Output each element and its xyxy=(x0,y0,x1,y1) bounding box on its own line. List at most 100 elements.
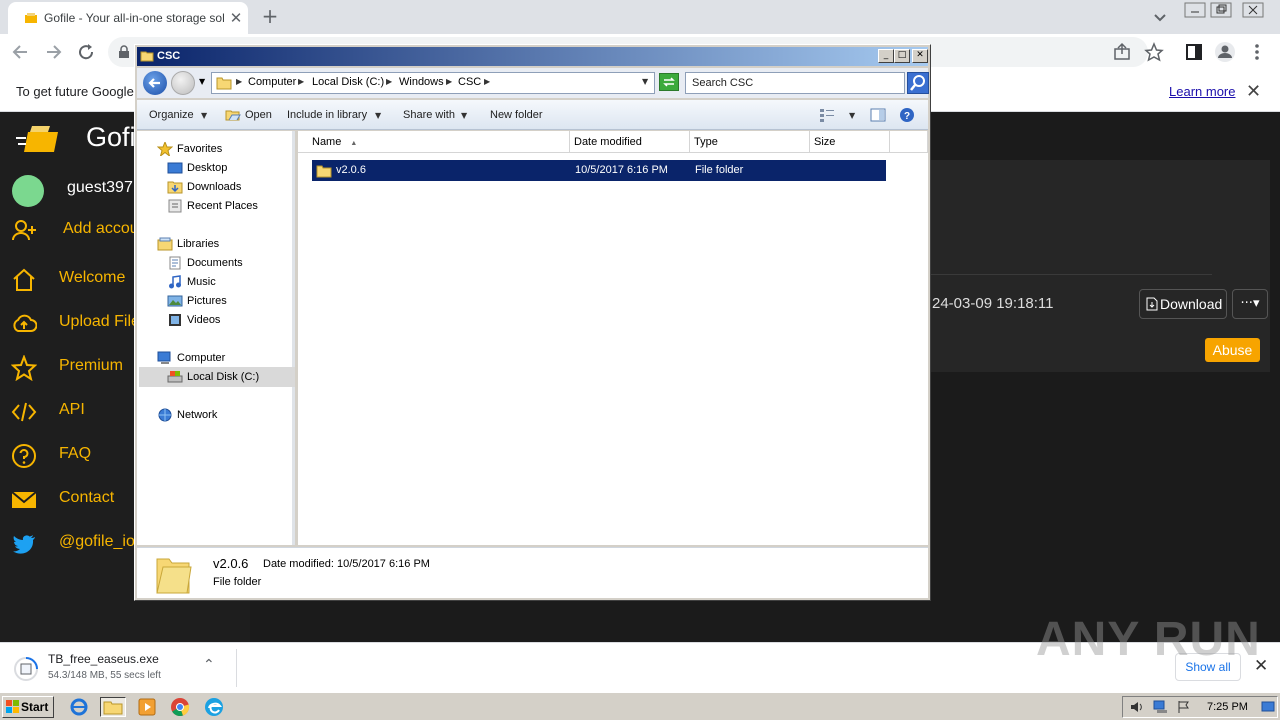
profile-avatar-icon[interactable] xyxy=(1214,41,1236,63)
side-panel-icon[interactable] xyxy=(1183,41,1205,63)
address-dropdown-icon[interactable]: ▼ xyxy=(642,77,648,86)
breadcrumb-item[interactable]: CSC xyxy=(458,76,481,88)
share-icon[interactable] xyxy=(1111,41,1133,63)
column-header-type[interactable]: Type xyxy=(690,131,810,153)
breadcrumb-item[interactable]: Local Disk (C:) xyxy=(312,76,384,88)
ie-icon[interactable] xyxy=(68,697,90,717)
tree-label: Computer xyxy=(177,352,226,364)
search-input[interactable]: Search CSC xyxy=(685,72,905,94)
open-button[interactable]: Open xyxy=(245,109,272,121)
organize-dropdown-icon[interactable]: ▼ xyxy=(201,111,207,120)
menu-kebab-icon[interactable] xyxy=(1246,41,1268,63)
tree-label: Documents xyxy=(187,257,243,269)
nav-label: @gofile_io xyxy=(59,533,135,550)
add-account-label: Add accou xyxy=(63,220,139,237)
share-with-button[interactable]: Share with xyxy=(403,109,455,121)
explorer-back-button[interactable] xyxy=(143,71,167,95)
bookmark-star-icon[interactable] xyxy=(1143,41,1165,63)
new-folder-button[interactable]: New folder xyxy=(490,109,543,121)
back-arrow-icon[interactable] xyxy=(10,41,32,63)
column-header-name[interactable]: Name ▲ xyxy=(298,131,570,153)
action-center-flag-icon[interactable] xyxy=(1177,700,1191,714)
breadcrumb-arrow-icon[interactable]: ▶ xyxy=(484,77,490,86)
explorer-minimize-button[interactable]: _ xyxy=(878,49,894,63)
disk-drive-icon xyxy=(167,371,183,383)
edge-icon[interactable] xyxy=(203,697,225,717)
more-options-button[interactable]: ···▾ xyxy=(1232,289,1268,319)
minimize-window-icon[interactable] xyxy=(1184,2,1206,18)
refresh-icon xyxy=(663,77,675,87)
download-button[interactable]: Download xyxy=(1139,289,1227,319)
lock-icon xyxy=(119,45,129,58)
nav-label: Premium xyxy=(59,357,124,374)
breadcrumb-item[interactable]: Windows xyxy=(399,76,444,88)
restore-window-icon[interactable] xyxy=(1210,2,1232,18)
file-row[interactable]: v2.0.6 10/5/2017 6:16 PM File folder xyxy=(312,160,886,181)
folder-icon xyxy=(316,165,332,178)
gofile-brand: Gofi xyxy=(86,122,136,152)
recent-pages-chevron-icon[interactable]: ▼ xyxy=(199,77,205,86)
view-dropdown-icon[interactable]: ▼ xyxy=(849,111,855,120)
reload-icon[interactable] xyxy=(75,41,97,63)
share-dropdown-icon[interactable]: ▼ xyxy=(461,111,467,120)
infobar-close-icon[interactable]: ✕ xyxy=(1246,81,1261,102)
breadcrumb-arrow-icon[interactable]: ▶ xyxy=(386,77,392,86)
breadcrumb-arrow-icon[interactable]: ▶ xyxy=(446,77,452,86)
code-icon xyxy=(11,402,37,422)
downloads-folder-icon xyxy=(167,181,183,194)
breadcrumb-item[interactable]: Computer xyxy=(248,76,296,88)
forward-arrow-icon[interactable] xyxy=(42,41,64,63)
tab-close-icon[interactable]: ✕ xyxy=(226,8,246,28)
search-button[interactable] xyxy=(907,72,929,94)
chevron-up-icon[interactable]: ⌃ xyxy=(203,657,215,673)
preview-pane-icon[interactable] xyxy=(870,107,886,123)
show-desktop-icon[interactable] xyxy=(1261,700,1275,714)
file-download-icon xyxy=(1146,297,1158,311)
help-icon[interactable]: ? xyxy=(899,107,915,123)
pictures-icon xyxy=(167,295,183,307)
breadcrumb-arrow-icon[interactable]: ▶ xyxy=(236,77,242,86)
card-divider xyxy=(930,274,1212,275)
taskbar-clock[interactable]: 7:25 PM xyxy=(1207,701,1248,713)
folder-icon xyxy=(140,51,154,62)
breadcrumb[interactable]: ▶ Computer ▶ Local Disk (C:) ▶ Windows ▶… xyxy=(211,72,655,94)
organize-button[interactable]: Organize xyxy=(149,109,194,121)
file-name: v2.0.6 xyxy=(336,164,366,176)
volume-icon[interactable] xyxy=(1129,700,1145,714)
nav-label: Upload File xyxy=(59,313,140,330)
desktop-icon xyxy=(167,162,183,174)
explorer-titlebar[interactable]: CSC _ □ ✕ xyxy=(137,47,928,66)
file-type: File folder xyxy=(695,164,744,176)
breadcrumb-arrow-icon[interactable]: ▶ xyxy=(298,77,304,86)
tab-search-chevron-icon[interactable] xyxy=(1150,7,1170,27)
column-header-size[interactable]: Size xyxy=(810,131,890,153)
abuse-button[interactable]: Abuse xyxy=(1205,338,1260,362)
explorer-taskbar-button[interactable] xyxy=(100,697,126,717)
browser-tab-gofile[interactable]: Gofile - Your all-in-one storage solutio… xyxy=(8,2,248,34)
include-dropdown-icon[interactable]: ▼ xyxy=(375,111,381,120)
explorer-address-row: ▼ ▶ Computer ▶ Local Disk (C:) ▶ Windows… xyxy=(137,68,929,98)
start-button[interactable]: Start xyxy=(2,696,54,718)
chrome-icon[interactable] xyxy=(169,697,191,717)
file-date: 10/5/2017 6:16 PM xyxy=(575,164,668,176)
explorer-close-button[interactable]: ✕ xyxy=(912,49,928,63)
media-player-icon[interactable] xyxy=(136,697,158,717)
learn-more-link[interactable]: Learn more xyxy=(1169,84,1235,99)
view-options-icon[interactable] xyxy=(819,108,835,122)
tree-label: Music xyxy=(187,276,216,288)
column-header-date[interactable]: Date modified xyxy=(570,131,690,153)
network-tray-icon[interactable] xyxy=(1153,700,1169,714)
close-window-icon[interactable] xyxy=(1242,2,1264,18)
system-tray: 7:25 PM xyxy=(1122,696,1278,718)
svg-text:?: ? xyxy=(904,111,910,122)
explorer-title: CSC xyxy=(157,50,181,62)
details-file-type: File folder xyxy=(213,576,262,588)
explorer-forward-button[interactable] xyxy=(171,71,195,95)
download-filename[interactable]: TB_free_easeus.exe xyxy=(48,652,159,666)
explorer-maximize-button[interactable]: □ xyxy=(894,49,910,63)
new-tab-button[interactable]: + xyxy=(258,5,282,29)
include-in-library-button[interactable]: Include in library xyxy=(287,109,367,121)
nav-label: Contact xyxy=(59,489,115,506)
refresh-button[interactable] xyxy=(659,73,679,91)
guest-username[interactable]: guest397 xyxy=(67,179,133,197)
